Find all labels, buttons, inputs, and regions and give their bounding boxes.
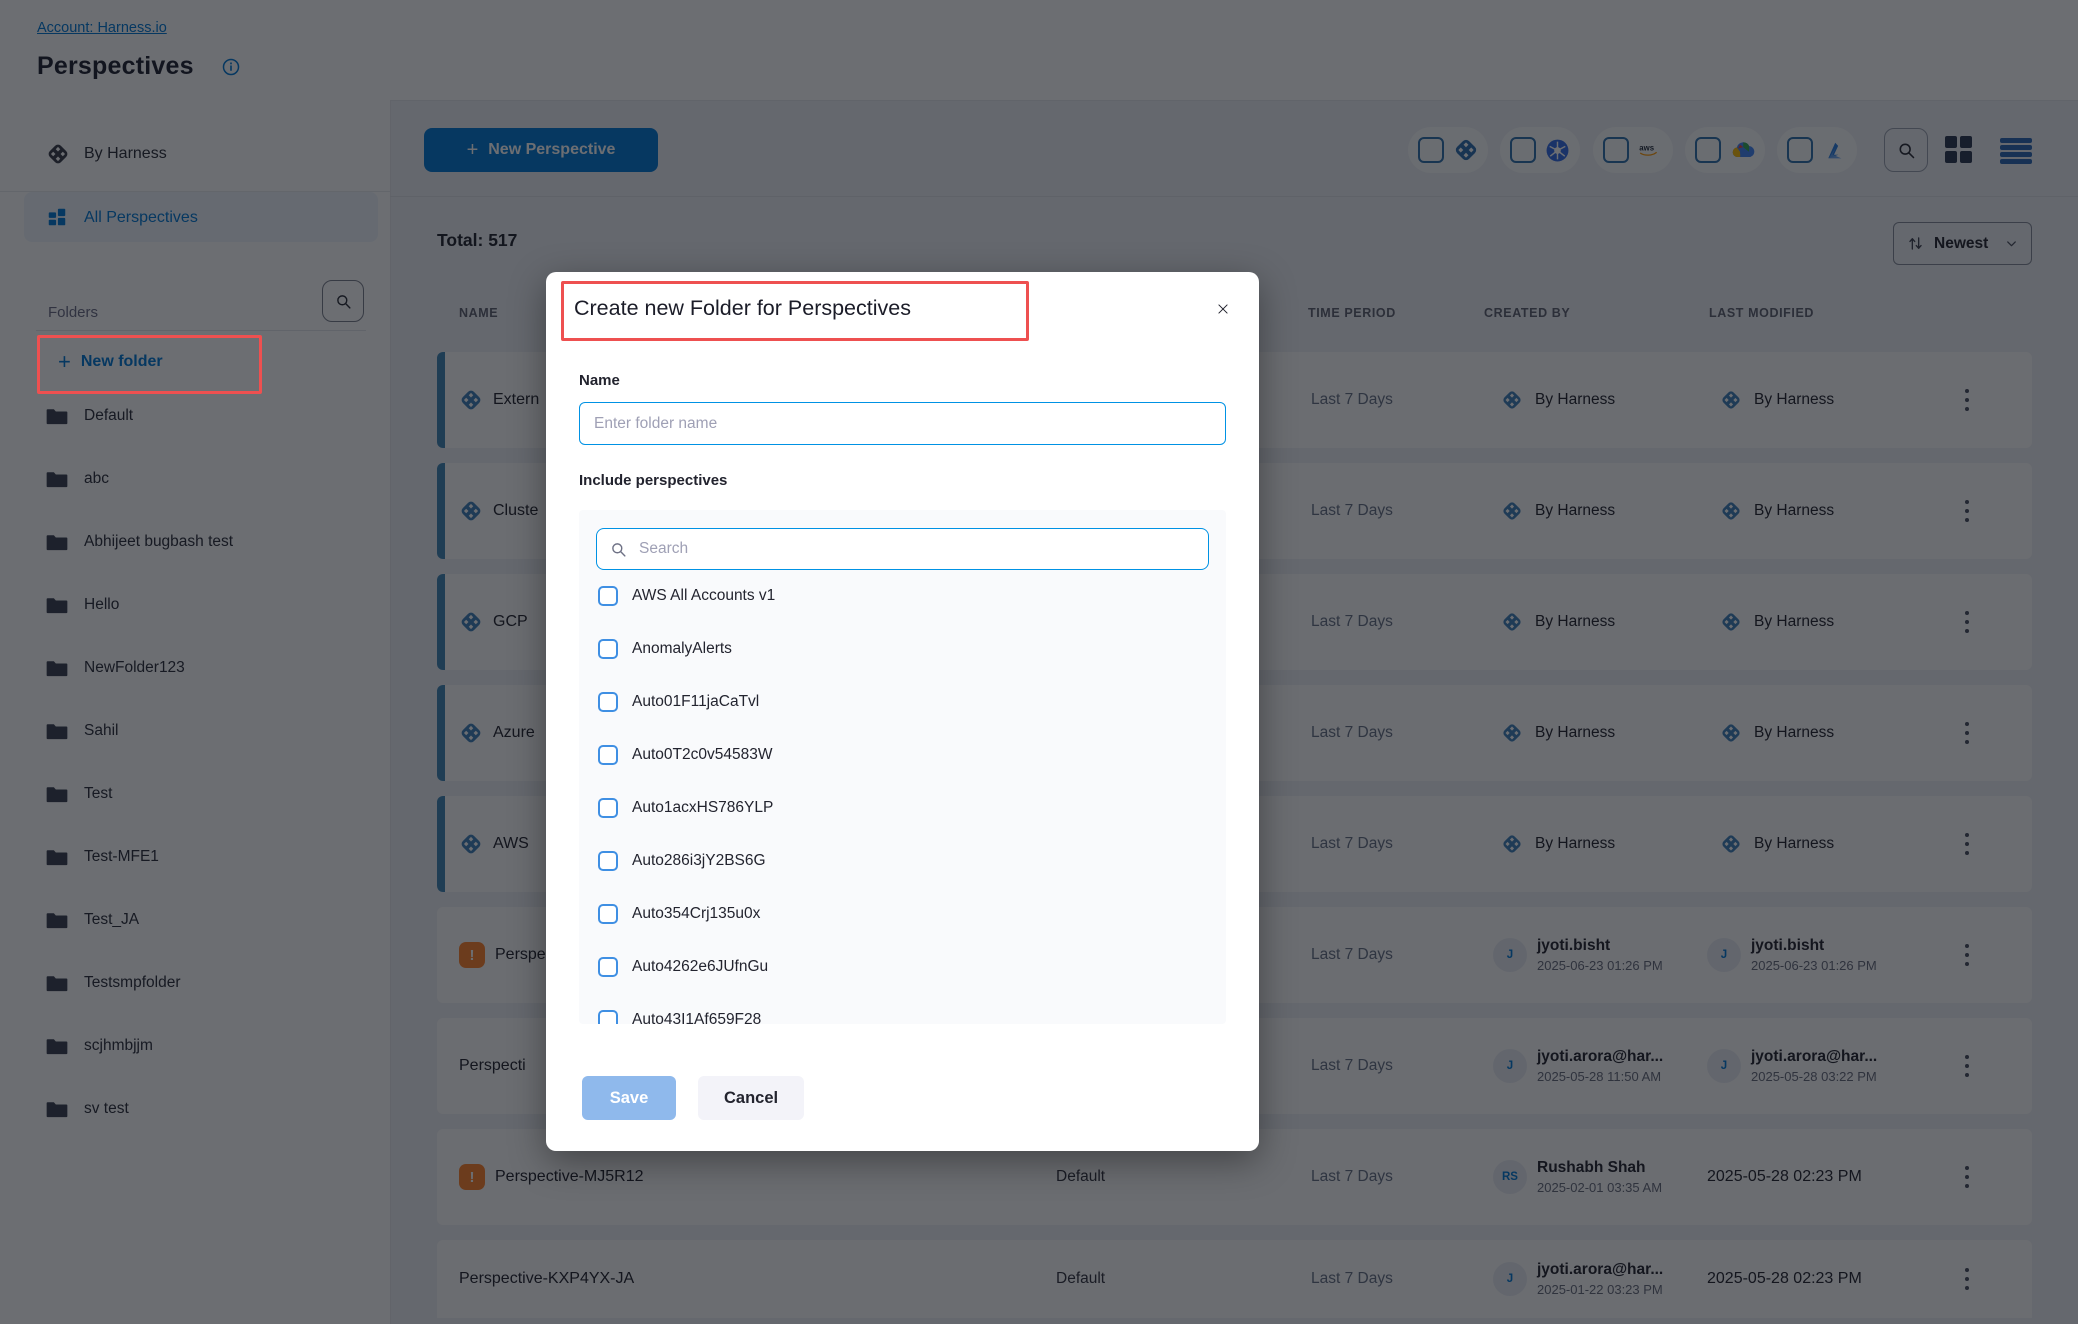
- perspective-option: Auto286i3jY2BS6G: [598, 850, 766, 872]
- perspective-checkbox[interactable]: [598, 639, 618, 659]
- perspective-option-label: Auto286i3jY2BS6G: [632, 852, 766, 870]
- save-button[interactable]: Save: [582, 1076, 676, 1120]
- perspectives-page: Account: Harness.io Perspectives By Harn…: [0, 0, 2078, 1324]
- perspective-option: Auto01F11jaCaTvl: [598, 691, 759, 713]
- perspective-checkbox[interactable]: [598, 745, 618, 765]
- perspective-option-label: Auto354Crj135u0x: [632, 905, 760, 923]
- perspective-option-label: AWS All Accounts v1: [632, 587, 775, 605]
- perspective-checkbox[interactable]: [598, 586, 618, 606]
- perspective-checkbox[interactable]: [598, 904, 618, 924]
- perspective-option: Auto43I1Af659F28: [598, 1009, 761, 1024]
- close-icon[interactable]: [1210, 296, 1236, 322]
- perspective-option: AnomalyAlerts: [598, 638, 732, 660]
- perspective-option-label: Auto4262e6JUfnGu: [632, 958, 768, 976]
- perspective-option: Auto4262e6JUfnGu: [598, 956, 768, 978]
- create-folder-modal: Create new Folder for Perspectives Name …: [546, 272, 1259, 1151]
- perspective-option: Auto0T2c0v54583W: [598, 744, 772, 766]
- search-input[interactable]: [637, 539, 1196, 559]
- cancel-button[interactable]: Cancel: [698, 1076, 804, 1120]
- perspective-checkbox[interactable]: [598, 692, 618, 712]
- perspective-option: AWS All Accounts v1: [598, 585, 775, 607]
- perspective-search-field: [596, 528, 1209, 570]
- folder-name-input[interactable]: [579, 402, 1226, 445]
- perspective-option-label: Auto01F11jaCaTvl: [632, 693, 759, 711]
- perspective-checkbox[interactable]: [598, 957, 618, 977]
- perspective-option-label: Auto43I1Af659F28: [632, 1011, 761, 1024]
- name-field-label: Name: [579, 372, 620, 389]
- perspective-option: Auto1acxHS786YLP: [598, 797, 773, 819]
- search-icon: [609, 540, 628, 559]
- perspectives-list-panel: AWS All Accounts v1 AnomalyAlerts Auto01…: [579, 510, 1226, 1024]
- perspective-checkbox[interactable]: [598, 851, 618, 871]
- perspective-option: Auto354Crj135u0x: [598, 903, 760, 925]
- perspective-option-label: Auto0T2c0v54583W: [632, 746, 772, 764]
- perspective-checkbox[interactable]: [598, 1010, 618, 1024]
- perspective-option-label: Auto1acxHS786YLP: [632, 799, 773, 817]
- perspective-option-label: AnomalyAlerts: [632, 640, 732, 658]
- include-perspectives-label: Include perspectives: [579, 472, 727, 489]
- modal-title: Create new Folder for Perspectives: [574, 296, 911, 321]
- perspective-checkbox[interactable]: [598, 798, 618, 818]
